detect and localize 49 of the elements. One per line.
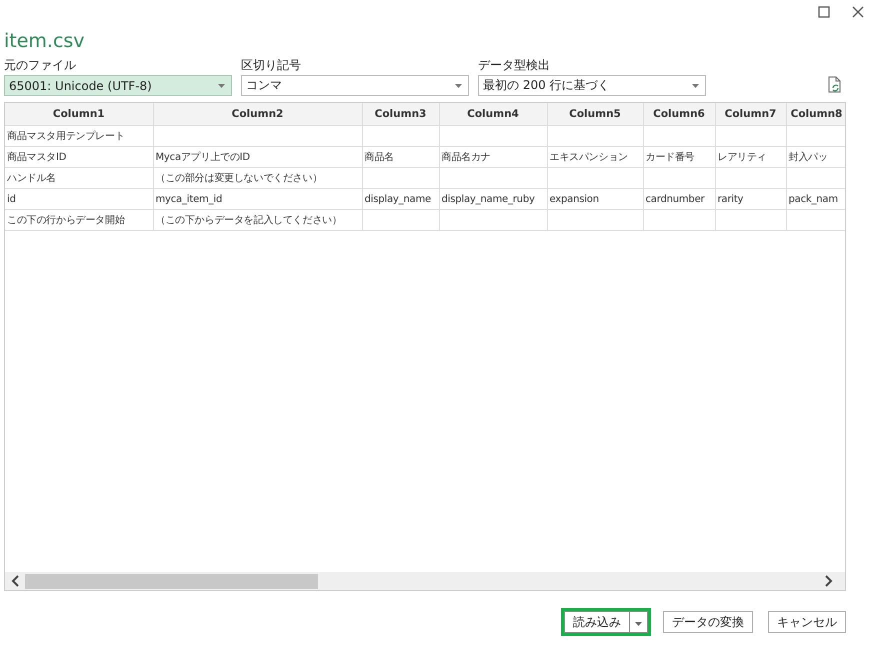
table-cell: rarity — [715, 188, 786, 210]
caret-icon — [692, 84, 699, 88]
column-header[interactable]: Column4 — [439, 103, 547, 126]
table-cell: この下の行からデータ開始 — [5, 210, 153, 230]
scroll-right-icon[interactable] — [823, 575, 833, 587]
maximize-icon[interactable] — [818, 6, 830, 18]
table-cell: ハンドル名 — [5, 168, 153, 188]
table-cell: （この部分は変更しないでください） — [153, 168, 362, 188]
field-label: 区切り記号 — [241, 57, 302, 72]
table-cell: Mycaアプリ上でのID — [153, 146, 362, 168]
horizontal-scrollbar[interactable] — [5, 572, 845, 590]
field-label: データ型検出 — [478, 57, 551, 72]
button[interactable]: キャンセル — [768, 611, 846, 633]
dropdown[interactable]: 65001: Unicode (UTF-8) — [4, 75, 232, 96]
table-cell: カード番号 — [643, 146, 715, 168]
caret-icon — [635, 622, 642, 626]
table-cell: 商品マスタ用テンプレート — [5, 126, 153, 146]
table-cell: id — [5, 188, 153, 210]
table-cell: （この下からデータを記入してください） — [153, 210, 362, 230]
dropdown[interactable]: コンマ — [241, 75, 469, 96]
table-cell: レアリティ — [715, 146, 786, 168]
close-icon[interactable] — [852, 6, 864, 18]
column-header[interactable]: Column5 — [547, 103, 643, 126]
table-cell: display_name — [362, 188, 439, 210]
scroll-left-icon[interactable] — [11, 575, 21, 587]
caret-icon — [218, 84, 225, 88]
field-label: 元のファイル — [4, 57, 77, 72]
table-cell: 商品名カナ — [439, 146, 547, 168]
dropdown[interactable]: 最初の 200 行に基づく — [478, 75, 706, 96]
table-cell: エキスパンション — [547, 146, 643, 168]
column-header[interactable]: Column1 — [5, 103, 153, 126]
table-cell: expansion — [547, 188, 643, 210]
column-header[interactable]: Column7 — [715, 103, 786, 126]
window-title: item.csv — [4, 30, 86, 54]
table-cell: myca_item_id — [153, 188, 362, 210]
caret-icon — [455, 84, 462, 88]
table-cell: 商品マスタID — [5, 146, 153, 168]
table-cell: cardnumber — [643, 188, 715, 210]
table-cell: 商品名 — [362, 146, 439, 168]
column-header[interactable]: Column8 — [786, 103, 845, 126]
table-cell: display_name_ruby — [439, 188, 547, 210]
column-header[interactable]: Column2 — [153, 103, 362, 126]
button[interactable]: データの変換 — [663, 611, 753, 633]
refresh-file-icon[interactable] — [828, 76, 842, 94]
column-header[interactable]: Column6 — [643, 103, 715, 126]
scrollbar-thumb[interactable] — [25, 574, 318, 588]
dropdown-button[interactable] — [630, 611, 648, 633]
button[interactable]: 読み込み — [564, 611, 630, 633]
column-header[interactable]: Column3 — [362, 103, 439, 126]
